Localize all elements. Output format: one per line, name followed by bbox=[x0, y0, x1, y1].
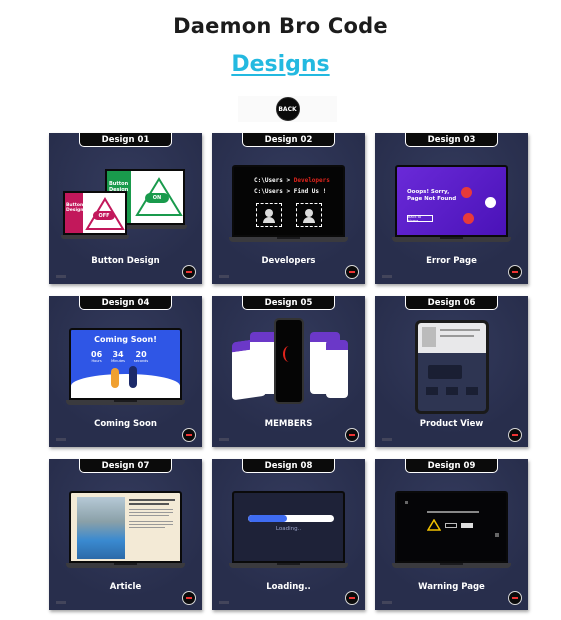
designs-grid: Design 01 Button Design ON Button Design… bbox=[49, 133, 529, 613]
article-image bbox=[77, 497, 125, 559]
terminal-highlight: Developers bbox=[293, 177, 330, 184]
terminal-prompt: C:\Users > bbox=[254, 177, 294, 184]
design-tag: Design 06 bbox=[405, 296, 498, 310]
brand-logo-icon bbox=[182, 591, 196, 605]
loading-text: Loading.. bbox=[275, 526, 302, 532]
developer-avatar-1 bbox=[256, 203, 282, 227]
illustration-ground bbox=[71, 374, 180, 398]
terminal-line-2: C:\Users > Find Us ! bbox=[254, 188, 327, 195]
error-face-icon bbox=[463, 213, 474, 224]
watermark bbox=[382, 275, 392, 278]
design-tag: Design 05 bbox=[242, 296, 335, 310]
design-tag: Design 08 bbox=[242, 459, 335, 473]
back-button[interactable]: BACK bbox=[275, 97, 300, 121]
laptop-mockup: Coming Soon! 06 Hours 34 Minutes 20 seco… bbox=[66, 328, 185, 410]
brand-logo-icon bbox=[345, 265, 359, 279]
site-title: Daemon Bro Code bbox=[173, 14, 388, 38]
design-card-07[interactable]: Design 07 Article bbox=[49, 459, 202, 610]
design-caption: Button Design bbox=[91, 256, 160, 266]
error-heading: Ooops! Sorry, Page Not Found bbox=[407, 189, 457, 202]
worker-illustration bbox=[129, 366, 137, 388]
brand-logo-icon bbox=[182, 428, 196, 442]
design-tag: Design 03 bbox=[405, 133, 498, 147]
worker-illustration bbox=[111, 368, 119, 388]
design-caption: Product View bbox=[419, 419, 484, 429]
design-caption: Loading.. bbox=[266, 582, 311, 592]
design-caption: Coming Soon bbox=[94, 419, 157, 429]
design-tag: Design 04 bbox=[79, 296, 172, 310]
brand-logo-icon bbox=[182, 265, 196, 279]
laptop-mockup: C:\Users > Developers C:\Users > Find Us… bbox=[229, 165, 348, 247]
laptop-mockup: Ooops! Sorry, Page Not Found Back to Hom… bbox=[392, 165, 511, 247]
developer-avatar-2 bbox=[296, 203, 322, 227]
watermark bbox=[382, 438, 392, 441]
design-tag: Design 01 bbox=[79, 133, 172, 147]
design-tag: Design 09 bbox=[405, 459, 498, 473]
loading-bar-fill bbox=[248, 515, 287, 522]
back-home-button: Back to Home bbox=[407, 215, 433, 223]
design-card-09[interactable]: Design 09 Warning Page bbox=[375, 459, 528, 610]
watermark bbox=[382, 601, 392, 604]
loading-bar-track bbox=[248, 515, 334, 522]
button-design-panel-a: Button Design bbox=[65, 193, 83, 233]
design-card-08[interactable]: Design 08 Loading.. Loading.. bbox=[212, 459, 365, 610]
tablet-mockup bbox=[415, 320, 489, 414]
laptop-mockup: Loading.. bbox=[229, 491, 348, 573]
laptop-mockup-front: Button Design OFF bbox=[61, 191, 129, 241]
design-tag: Design 07 bbox=[79, 459, 172, 473]
design-card-02[interactable]: Design 02 C:\Users > Developers C:\Users… bbox=[212, 133, 365, 284]
design-tag: Design 02 bbox=[242, 133, 335, 147]
brand-logo-icon bbox=[345, 428, 359, 442]
brand-logo-icon bbox=[508, 265, 522, 279]
toggle-on: ON bbox=[145, 193, 169, 203]
member-card bbox=[326, 340, 348, 398]
design-caption: Error Page bbox=[426, 256, 477, 266]
design-caption: Warning Page bbox=[418, 582, 485, 592]
brand-logo-icon bbox=[345, 591, 359, 605]
designs-link[interactable]: Designs bbox=[0, 52, 561, 77]
countdown-minutes: 34 Minutes bbox=[111, 350, 125, 363]
brand-logo-icon bbox=[508, 591, 522, 605]
design-card-05[interactable]: Design 05 MEMBERS bbox=[212, 296, 365, 447]
design-card-04[interactable]: Design 04 Coming Soon! 06 Hours 34 Minut… bbox=[49, 296, 202, 447]
watermark bbox=[56, 275, 66, 278]
watermark bbox=[219, 438, 229, 441]
brand-logo-icon bbox=[508, 428, 522, 442]
design-card-01[interactable]: Design 01 Button Design ON Button Design… bbox=[49, 133, 202, 284]
toggle-off: OFF bbox=[93, 211, 115, 220]
design-caption: MEMBERS bbox=[264, 419, 313, 429]
countdown-seconds: 20 seconds bbox=[133, 350, 149, 363]
warning-button-placeholder bbox=[461, 523, 473, 528]
design-card-03[interactable]: Design 03 Ooops! Sorry, Page Not Found B… bbox=[375, 133, 528, 284]
watermark bbox=[219, 275, 229, 278]
warning-button-placeholder bbox=[445, 523, 457, 528]
coming-soon-heading: Coming Soon! bbox=[94, 335, 157, 344]
watermark bbox=[219, 601, 229, 604]
laptop-mockup bbox=[66, 491, 185, 573]
error-face-icon bbox=[485, 197, 496, 208]
countdown: 06 Hours 34 Minutes 20 seconds bbox=[91, 350, 148, 363]
watermark bbox=[56, 601, 66, 604]
error-face-icon bbox=[461, 187, 472, 198]
design-caption: Developers bbox=[261, 256, 316, 266]
laptop-mockup bbox=[392, 491, 511, 573]
design-card-06[interactable]: Design 06 Product View bbox=[375, 296, 528, 447]
watermark bbox=[56, 438, 66, 441]
phone-mockup bbox=[274, 318, 304, 404]
back-button-wrapper[interactable]: BACK bbox=[238, 96, 337, 122]
countdown-hours: 06 Hours bbox=[91, 350, 103, 363]
warning-title-placeholder bbox=[427, 511, 479, 513]
warning-icon bbox=[427, 519, 441, 531]
design-caption: Article bbox=[109, 582, 142, 592]
